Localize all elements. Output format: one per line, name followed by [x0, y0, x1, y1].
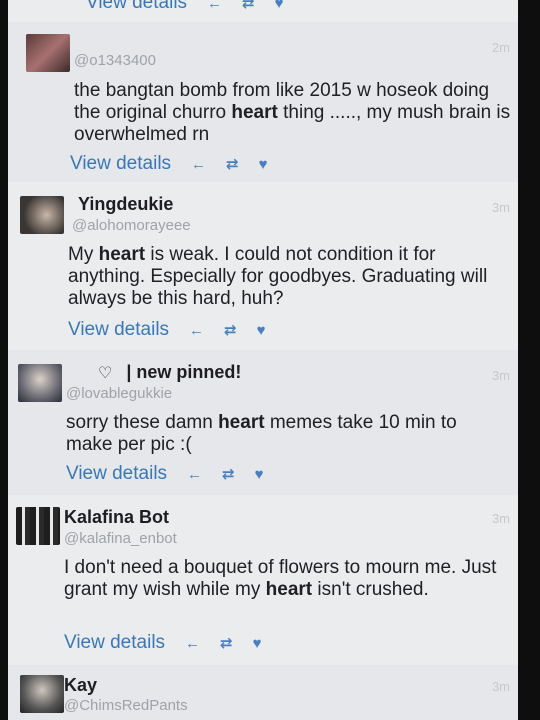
heart-outline-icon: ♡: [98, 364, 113, 382]
tweet-card[interactable]: Kay @ChimsRedPants 3m: [8, 665, 518, 720]
retweet-icon[interactable]: ⇄: [224, 321, 237, 339]
avatar[interactable]: [20, 675, 64, 713]
avatar[interactable]: [20, 196, 64, 234]
tweet-card[interactable]: Yingdeukie @alohomorayeee 3m My heart is…: [8, 182, 518, 351]
highlighted-keyword: heart: [218, 412, 265, 433]
reply-icon[interactable]: ←: [185, 635, 200, 652]
heart-icon[interactable]: ♥: [253, 635, 262, 652]
screen-edge-right: [518, 0, 540, 720]
tweet-handle[interactable]: @lovablegukkie: [66, 385, 172, 402]
timeline[interactable]: View details ← ⇄ ♥ @o1343400 2m the bang…: [8, 0, 518, 720]
tweet-actions: View details ← ⇄ ♥: [86, 0, 284, 14]
tweet-text-segment: isn't crushed.: [312, 579, 429, 600]
tweet-body: My heart is weak. I could not condition …: [68, 244, 508, 310]
tweet-handle[interactable]: @kalafina_enbot: [64, 530, 177, 547]
tweet-card[interactable]: @o1343400 2m the bangtan bomb from like …: [8, 22, 518, 183]
highlighted-keyword: heart: [231, 102, 278, 123]
tweet-display-name-row: ♡ | new pinned!: [98, 362, 241, 383]
tweet-display-name[interactable]: Kay: [64, 675, 97, 696]
tweet-display-name[interactable]: Yingdeukie: [78, 194, 173, 215]
avatar[interactable]: [26, 34, 70, 72]
reply-icon[interactable]: ←: [189, 322, 204, 339]
heart-icon[interactable]: ♥: [255, 466, 264, 483]
tweet-text-segment: sorry these damn: [66, 412, 219, 433]
heart-icon[interactable]: ♥: [259, 156, 268, 173]
tweet-time: 3m: [491, 679, 510, 694]
tweet-time: 3m: [491, 511, 510, 526]
highlighted-keyword: heart: [265, 579, 313, 600]
retweet-icon[interactable]: ⇄: [222, 465, 235, 483]
tweet-handle[interactable]: @alohomorayeee: [72, 217, 191, 234]
reply-icon[interactable]: ←: [207, 0, 222, 12]
tweet-display-name[interactable]: | new pinned!: [126, 362, 241, 383]
view-details-link[interactable]: View details: [68, 319, 169, 341]
tweet-body: the bangtan bomb from like 2015 w hoseok…: [74, 80, 514, 146]
avatar[interactable]: [16, 507, 60, 545]
tweet-time: 3m: [491, 368, 510, 383]
retweet-icon[interactable]: ⇄: [226, 155, 239, 173]
reply-icon[interactable]: ←: [187, 466, 202, 483]
tweet-actions: View details ← ⇄ ♥: [64, 632, 262, 654]
tweet-time: 3m: [491, 200, 510, 215]
view-details-link[interactable]: View details: [86, 0, 187, 14]
tweet-display-name[interactable]: Kalafina Bot: [64, 507, 169, 528]
avatar[interactable]: [18, 364, 62, 402]
heart-icon[interactable]: ♥: [275, 0, 284, 12]
tweet-time: 2m: [491, 40, 510, 55]
tweet-body: sorry these damn heart memes take 10 min…: [66, 412, 506, 456]
tweet-body: I don't need a bouquet of flowers to mou…: [64, 557, 504, 601]
tweet-text-segment: My: [68, 244, 99, 265]
retweet-icon[interactable]: ⇄: [242, 0, 255, 12]
tweet-actions: View details ← ⇄ ♥: [66, 463, 264, 485]
tweet-card[interactable]: Kalafina Bot @kalafina_enbot 3m I don't …: [8, 495, 518, 666]
tweet-card[interactable]: View details ← ⇄ ♥: [8, 0, 518, 23]
tweet-actions: View details ← ⇄ ♥: [68, 319, 266, 341]
view-details-link[interactable]: View details: [64, 632, 165, 654]
highlighted-keyword: heart: [98, 244, 146, 265]
tweet-actions: View details ← ⇄ ♥: [70, 153, 268, 175]
tweet-handle[interactable]: @o1343400: [74, 52, 156, 69]
heart-icon[interactable]: ♥: [257, 322, 266, 339]
reply-icon[interactable]: ←: [191, 156, 206, 173]
tweet-card[interactable]: ♡ | new pinned! @lovablegukkie 3m sorry …: [8, 350, 518, 496]
retweet-icon[interactable]: ⇄: [220, 634, 233, 652]
view-details-link[interactable]: View details: [70, 153, 171, 175]
view-details-link[interactable]: View details: [66, 463, 167, 485]
tweet-handle[interactable]: @ChimsRedPants: [64, 697, 188, 714]
